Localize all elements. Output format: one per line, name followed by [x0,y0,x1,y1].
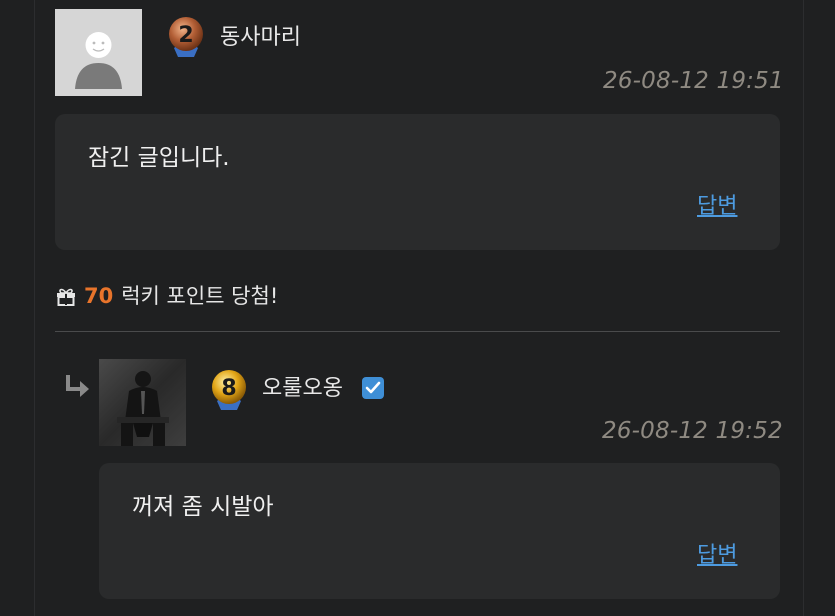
comment-box [99,463,780,599]
nickname[interactable]: 동사마리 [220,24,301,52]
comment-box [55,114,780,250]
verified-check-icon [362,377,384,399]
comment-content: 잠긴 글입니다. [88,145,230,171]
level-badge-gold-icon: 8 [209,368,249,412]
reply-arrow-icon [62,373,90,399]
timestamp: 26-08-12 19:51 [603,68,784,94]
lucky-point-notice: 70 럭키 포인트 당첨! [55,282,278,310]
timestamp: 26-08-12 19:52 [602,418,783,444]
level-number: 2 [178,23,193,48]
reply-link[interactable]: 답변 [697,542,737,570]
level-badge-bronze-icon: 2 [166,15,206,59]
nickname[interactable]: 오룰오옹 [262,375,343,403]
lucky-text: 럭키 포인트 당첨! [121,284,279,308]
default-avatar[interactable] [55,9,142,96]
user-avatar[interactable] [99,359,186,446]
divider [55,331,780,332]
level-number: 8 [221,376,236,401]
reply-link[interactable]: 답변 [697,193,737,221]
gift-icon [57,288,75,306]
lucky-points: 70 [84,284,114,308]
comment-content: 꺼져 좀 시발아 [132,494,274,520]
